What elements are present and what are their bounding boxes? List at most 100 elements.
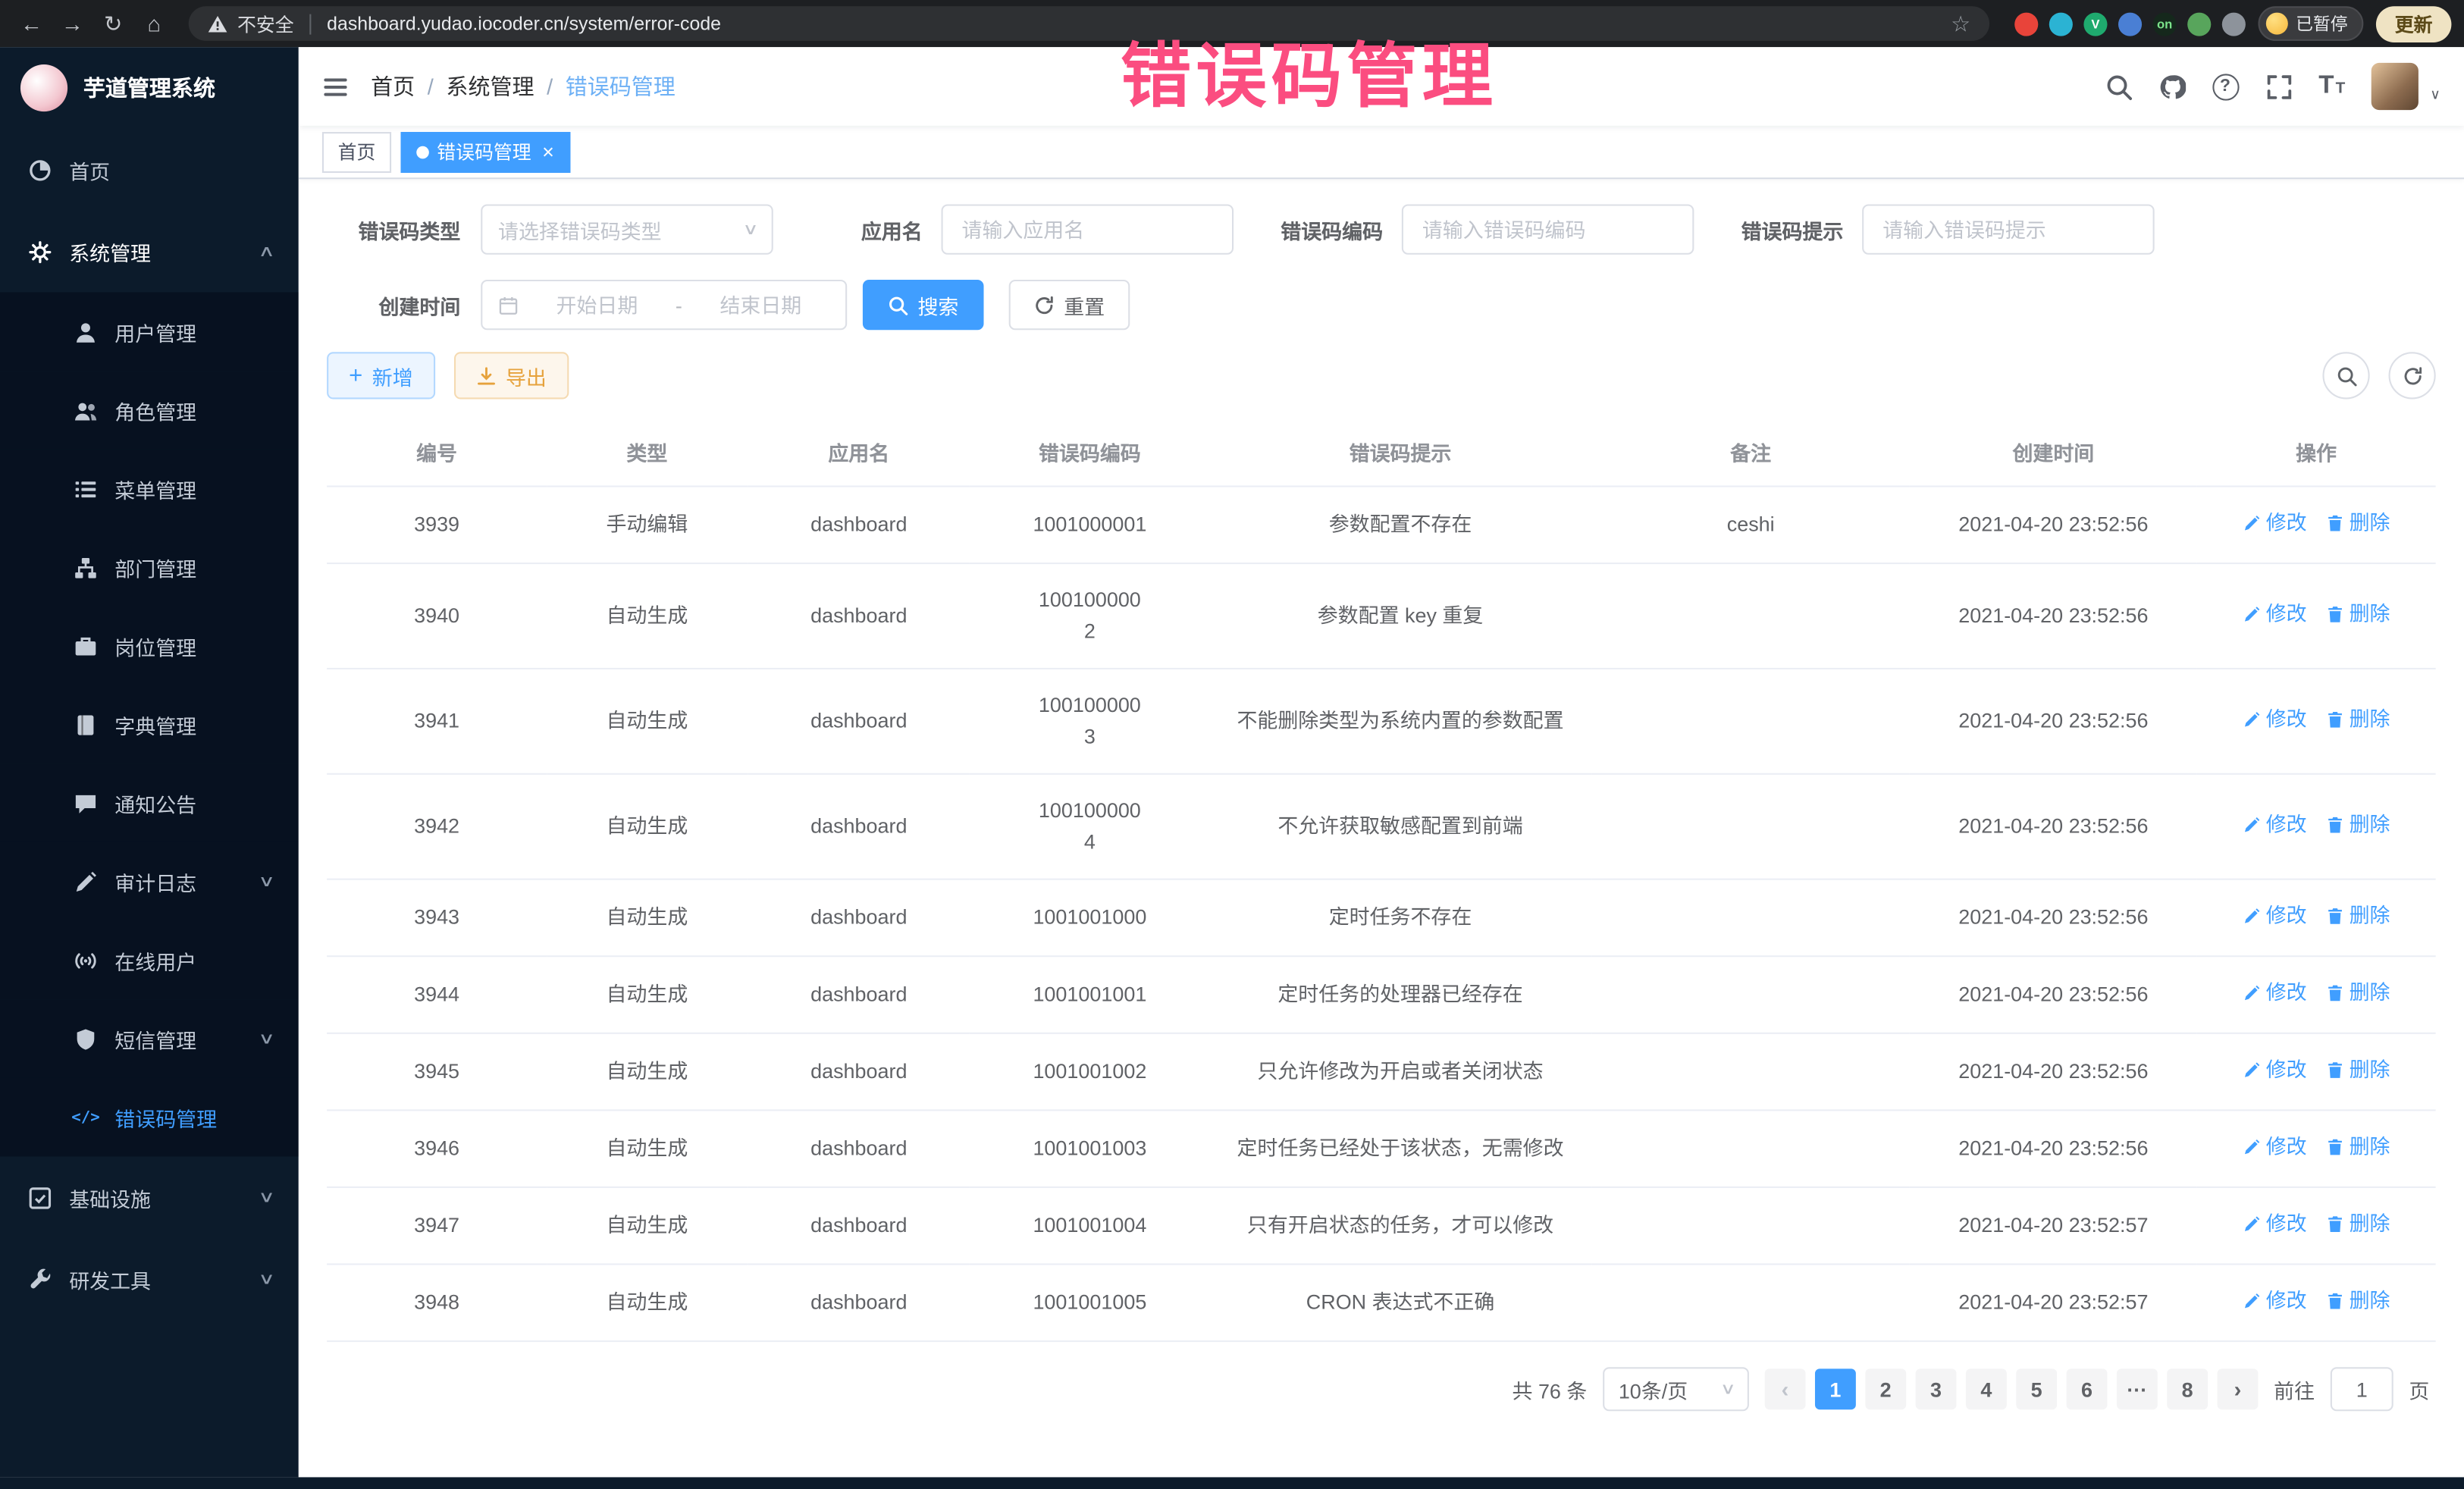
cell-time: 2021-04-20 23:52:56	[1910, 956, 2196, 1033]
app-name-input[interactable]	[958, 216, 1216, 243]
edit-link[interactable]: 修改	[2243, 507, 2307, 538]
sidebar-item-sms[interactable]: 短信管理∨	[0, 999, 299, 1078]
github-icon[interactable]	[2158, 73, 2185, 99]
ext-leaf-icon[interactable]	[2187, 12, 2211, 36]
ext-teal-icon[interactable]	[2049, 12, 2073, 36]
ext-on-badge-icon[interactable]: on	[2153, 12, 2177, 36]
font-size-icon[interactable]: TT	[2318, 72, 2345, 100]
sidebar-item-online-user[interactable]: 在线用户	[0, 921, 299, 1000]
page-button[interactable]: 1	[1815, 1368, 1856, 1409]
edit-link[interactable]: 修改	[2243, 901, 2307, 932]
ext-green-check-icon[interactable]: V	[2083, 12, 2107, 36]
delete-link[interactable]: 删除	[2325, 809, 2390, 840]
cell-remark	[1591, 1187, 1910, 1265]
sidebar-item-dict[interactable]: 字典管理	[0, 685, 299, 764]
date-range-picker[interactable]: -	[481, 280, 847, 330]
delete-link[interactable]: 删除	[2325, 704, 2390, 735]
edit-link[interactable]: 修改	[2243, 1131, 2307, 1162]
add-button[interactable]: + 新增	[327, 352, 435, 399]
edit-link[interactable]: 修改	[2243, 1055, 2307, 1086]
prev-page-button[interactable]: ‹	[1765, 1368, 1806, 1409]
edit-icon	[72, 870, 99, 893]
breadcrumb-item[interactable]: 系统管理	[446, 71, 534, 102]
reset-button-label: 重置	[1064, 290, 1105, 319]
export-button[interactable]: 导出	[454, 352, 569, 399]
sidebar-item-audit-log[interactable]: 审计日志∨	[0, 842, 299, 921]
fullscreen-icon[interactable]	[2265, 73, 2292, 99]
breadcrumb-item[interactable]: 首页	[371, 71, 415, 102]
start-date-input[interactable]	[528, 291, 666, 318]
app-logo-row[interactable]: 芋道管理系统	[0, 47, 299, 129]
bookmark-star-icon[interactable]: ☆	[1951, 10, 1970, 36]
breadcrumb-separator: /	[428, 74, 434, 99]
goto-page-input[interactable]	[2331, 1367, 2393, 1411]
sidebar-item-error-code[interactable]: </>错误码管理	[0, 1078, 299, 1157]
delete-link-label: 删除	[2350, 1285, 2390, 1316]
sidebar-item-user[interactable]: 用户管理	[0, 293, 299, 371]
edit-link[interactable]: 修改	[2243, 1285, 2307, 1316]
delete-link[interactable]: 删除	[2325, 1131, 2390, 1162]
sidebar-item-notice[interactable]: 通知公告	[0, 763, 299, 842]
edit-link[interactable]: 修改	[2243, 599, 2307, 630]
toggle-search-button[interactable]	[2322, 352, 2369, 399]
header-search-icon[interactable]	[2105, 73, 2131, 99]
help-icon[interactable]: ?	[2212, 73, 2238, 99]
sidebar-item-post[interactable]: 岗位管理	[0, 607, 299, 685]
forward-button[interactable]: →	[53, 5, 91, 42]
search-button[interactable]: 搜索	[863, 280, 984, 330]
delete-link[interactable]: 删除	[2325, 599, 2390, 630]
error-hint-input[interactable]	[1879, 216, 2137, 243]
tab-home[interactable]: 首页	[322, 131, 391, 172]
error-code-value: 1001000003	[1036, 690, 1143, 753]
chevron-up-icon: ∧	[258, 243, 275, 260]
home-button[interactable]: ⌂	[135, 5, 173, 42]
error-code-input[interactable]	[1419, 216, 1677, 243]
next-page-button[interactable]: ›	[2218, 1368, 2259, 1409]
ext-red-icon[interactable]	[2014, 12, 2038, 36]
error-type-select[interactable]: 请选择错误码类型 ∨	[481, 204, 773, 254]
page-button[interactable]: 5	[2016, 1368, 2057, 1409]
tab-close-icon[interactable]: ×	[542, 142, 554, 162]
sidebar-item-dept[interactable]: 部门管理	[0, 528, 299, 607]
error-code-value: 1001001000	[1033, 905, 1146, 929]
ext-blue-grid-icon[interactable]	[2118, 12, 2142, 36]
page-size-select[interactable]: 10条/页 ∨	[1603, 1367, 1749, 1411]
sidebar-item-role[interactable]: 角色管理	[0, 371, 299, 450]
edit-link[interactable]: 修改	[2243, 1208, 2307, 1240]
reload-button[interactable]: ↻	[94, 5, 132, 42]
delete-link[interactable]: 删除	[2325, 507, 2390, 538]
profile-chip[interactable]: 已暂停	[2258, 6, 2363, 41]
delete-link[interactable]: 删除	[2325, 901, 2390, 932]
cell-type: 自动生成	[547, 879, 748, 957]
reset-button[interactable]: 重置	[1009, 280, 1130, 330]
browser-update-button[interactable]: 更新	[2376, 5, 2452, 42]
delete-link[interactable]: 删除	[2325, 1055, 2390, 1086]
sidebar-item-label: 审计日志	[114, 867, 196, 896]
tab-error-code[interactable]: 错误码管理×	[401, 131, 570, 172]
sidebar-item-menu[interactable]: 菜单管理	[0, 450, 299, 528]
page-button[interactable]: 8	[2167, 1368, 2208, 1409]
page-button[interactable]: 6	[2067, 1368, 2108, 1409]
page-button[interactable]: 2	[1865, 1368, 1906, 1409]
delete-link[interactable]: 删除	[2325, 1285, 2390, 1316]
user-avatar[interactable]	[2372, 63, 2419, 110]
edit-link[interactable]: 修改	[2243, 977, 2307, 1008]
end-date-input[interactable]	[691, 291, 829, 318]
sidebar-item-home[interactable]: 首页	[0, 129, 299, 211]
page-button[interactable]: 3	[1916, 1368, 1957, 1409]
back-button[interactable]: ←	[13, 5, 51, 42]
delete-link[interactable]: 删除	[2325, 1208, 2390, 1240]
edit-link[interactable]: 修改	[2243, 809, 2307, 840]
address-bar[interactable]: 不安全 dashboard.yudao.iocoder.cn/system/er…	[189, 6, 1989, 41]
sidebar-item-dev-tool[interactable]: 研发工具∨	[0, 1238, 299, 1320]
more-pages-button[interactable]: ···	[2117, 1368, 2158, 1409]
sidebar-item-system[interactable]: 系统管理∧	[0, 211, 299, 293]
extensions-puzzle-icon[interactable]	[2222, 12, 2246, 36]
sidebar-item-infra[interactable]: 基础设施∨	[0, 1157, 299, 1239]
edit-link[interactable]: 修改	[2243, 704, 2307, 735]
refresh-table-button[interactable]	[2389, 352, 2436, 399]
sidebar-item-label: 基础设施	[69, 1183, 151, 1212]
page-button[interactable]: 4	[1966, 1368, 2007, 1409]
hamburger-icon[interactable]	[322, 73, 349, 99]
delete-link[interactable]: 删除	[2325, 977, 2390, 1008]
